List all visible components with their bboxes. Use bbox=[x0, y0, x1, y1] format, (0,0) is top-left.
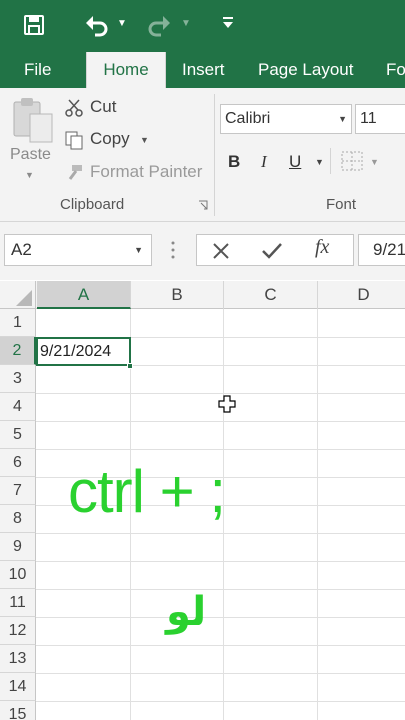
dialog-launcher-icon[interactable] bbox=[198, 200, 208, 210]
spreadsheet-grid: A B C D 1 2 3 4 5 6 7 8 9 10 11 12 13 14… bbox=[0, 281, 405, 720]
gridline bbox=[36, 421, 405, 422]
paste-button[interactable]: Paste bbox=[10, 146, 51, 164]
checkmark-icon[interactable] bbox=[261, 241, 283, 261]
name-box-value: A2 bbox=[11, 240, 32, 259]
copy-label: Copy bbox=[90, 129, 130, 148]
cell-cursor-icon bbox=[218, 395, 236, 413]
gridline bbox=[36, 589, 405, 590]
row-header-14[interactable]: 14 bbox=[0, 673, 36, 701]
gridline bbox=[36, 393, 405, 394]
column-header-a[interactable]: A bbox=[37, 281, 131, 309]
chevron-down-icon: ▼ bbox=[338, 114, 347, 124]
cancel-icon[interactable] bbox=[211, 241, 231, 261]
copy-icon bbox=[65, 131, 83, 150]
column-header-b[interactable]: B bbox=[131, 281, 224, 309]
formula-bar-area: A2 ▼ fx 9/21/2024 bbox=[0, 222, 405, 280]
gridline bbox=[317, 309, 318, 720]
font-size-select[interactable]: 11 bbox=[355, 104, 405, 134]
copy-dropdown-icon[interactable]: ▼ bbox=[140, 135, 149, 145]
underline-dropdown-icon[interactable]: ▼ bbox=[315, 157, 324, 167]
row-header-6[interactable]: 6 bbox=[0, 449, 36, 477]
gridline bbox=[36, 701, 405, 702]
group-divider bbox=[214, 94, 215, 216]
insert-function-icon[interactable]: fx bbox=[315, 236, 329, 259]
gridline bbox=[36, 617, 405, 618]
paintbrush-icon bbox=[68, 165, 82, 180]
tab-insert[interactable]: Insert bbox=[182, 52, 225, 88]
paste-dropdown-icon[interactable]: ▼ bbox=[25, 170, 34, 180]
undo-dropdown-icon[interactable]: ▼ bbox=[117, 18, 127, 29]
row-header-12[interactable]: 12 bbox=[0, 617, 36, 645]
more-options-icon[interactable] bbox=[170, 238, 176, 262]
customize-icon[interactable] bbox=[222, 14, 234, 32]
underline-button[interactable]: U bbox=[289, 152, 301, 172]
row-header-8[interactable]: 8 bbox=[0, 505, 36, 533]
fill-handle[interactable] bbox=[127, 363, 133, 369]
cell-a2[interactable]: 9/21/2024 bbox=[36, 337, 131, 366]
gridline bbox=[36, 449, 405, 450]
row-header-7[interactable]: 7 bbox=[0, 477, 36, 505]
gridline bbox=[36, 673, 405, 674]
row-header-4[interactable]: 4 bbox=[0, 393, 36, 421]
shortcut-caption: ctrl + ; bbox=[68, 458, 226, 525]
row-header-15[interactable]: 15 bbox=[0, 701, 36, 720]
save-icon[interactable] bbox=[22, 13, 46, 37]
font-size-value: 11 bbox=[360, 110, 377, 127]
italic-button[interactable]: I bbox=[261, 152, 267, 172]
gridline bbox=[36, 561, 405, 562]
row-header-3[interactable]: 3 bbox=[0, 365, 36, 393]
tab-page-layout[interactable]: Page Layout bbox=[258, 52, 353, 88]
ribbon-tabs: File Home Insert Page Layout Fo bbox=[0, 52, 405, 89]
borders-dropdown-icon[interactable]: ▼ bbox=[370, 157, 379, 167]
chevron-down-icon: ▼ bbox=[134, 245, 143, 255]
tab-home[interactable]: Home bbox=[86, 52, 166, 89]
select-all-button[interactable] bbox=[0, 281, 36, 309]
borders-icon[interactable] bbox=[340, 150, 364, 172]
column-header-d[interactable]: D bbox=[318, 281, 405, 309]
row-header-2[interactable]: 2 bbox=[0, 337, 36, 365]
font-name-value: Calibri bbox=[225, 110, 271, 127]
font-group-label: Font bbox=[326, 196, 357, 213]
title-bar: ▼ ▼ bbox=[0, 0, 405, 52]
tab-formulas[interactable]: Fo bbox=[386, 52, 405, 88]
paste-icon[interactable] bbox=[12, 96, 56, 148]
font-name-select[interactable]: Calibri ▼ bbox=[220, 104, 352, 134]
formula-input[interactable]: 9/21/2024 bbox=[358, 234, 405, 266]
formula-buttons: fx bbox=[196, 234, 354, 266]
undo-icon[interactable] bbox=[84, 13, 110, 37]
gridline bbox=[36, 533, 405, 534]
row-header-10[interactable]: 10 bbox=[0, 561, 36, 589]
tab-file[interactable]: File bbox=[24, 52, 51, 88]
row-header-9[interactable]: 9 bbox=[0, 533, 36, 561]
redo-icon[interactable] bbox=[146, 13, 172, 37]
scissors-icon bbox=[65, 99, 83, 117]
arabic-caption: لو bbox=[166, 589, 207, 635]
select-all-triangle-icon bbox=[16, 290, 32, 306]
cut-label: Cut bbox=[90, 97, 117, 116]
row-header-13[interactable]: 13 bbox=[0, 645, 36, 673]
row-header-1[interactable]: 1 bbox=[0, 309, 36, 337]
bold-button[interactable]: B bbox=[228, 152, 240, 172]
gridline bbox=[36, 645, 405, 646]
redo-dropdown-icon[interactable]: ▼ bbox=[181, 18, 191, 29]
row-header-5[interactable]: 5 bbox=[0, 421, 36, 449]
name-box[interactable]: A2 ▼ bbox=[4, 234, 152, 266]
column-header-c[interactable]: C bbox=[224, 281, 318, 309]
format-painter-label: Format Painter bbox=[90, 162, 203, 181]
row-header-11[interactable]: 11 bbox=[0, 589, 36, 617]
format-divider bbox=[330, 148, 331, 174]
column-headers: A B C D bbox=[0, 281, 405, 309]
clipboard-group-label: Clipboard bbox=[60, 196, 125, 213]
